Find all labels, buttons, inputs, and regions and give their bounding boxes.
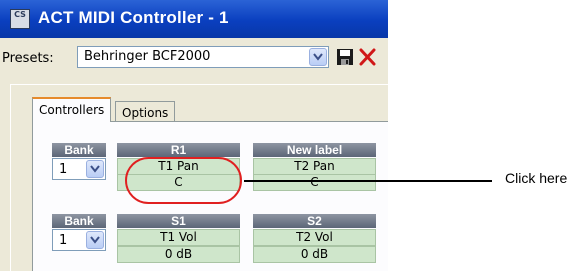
chevron-down-icon[interactable] [86, 160, 104, 178]
bank-header: Bank [52, 143, 106, 157]
bank-dropdown[interactable]: 1 [52, 229, 106, 251]
delete-preset-button[interactable] [356, 46, 378, 68]
control-parameter[interactable]: T2 Pan [253, 158, 376, 175]
title-bar[interactable]: CS ACT MIDI Controller - 1 [0, 0, 388, 38]
presets-label: Presets: [2, 51, 54, 66]
callout-label: Click here [505, 170, 568, 186]
bank-header: Bank [52, 214, 106, 228]
control-value[interactable]: C [253, 174, 376, 191]
tab-options[interactable]: Options [115, 101, 176, 123]
callout-leader-line [244, 180, 492, 182]
control-header: S2 [253, 214, 376, 228]
control-parameter[interactable]: T1 Vol [117, 229, 240, 246]
control-header: New label [253, 143, 376, 157]
control-header: S1 [117, 214, 240, 228]
red-x-icon [359, 48, 376, 66]
callout-highlight-oval [125, 157, 242, 204]
bank-selected-value: 1 [59, 162, 68, 177]
window-title: ACT MIDI Controller - 1 [38, 8, 229, 27]
control-value[interactable]: 0 dB [117, 246, 240, 263]
act-midi-controller-window: CS ACT MIDI Controller - 1 Presets: Behr… [0, 0, 389, 272]
presets-dropdown[interactable]: Behringer BCF2000 [77, 46, 329, 68]
control-header: R1 [117, 143, 240, 157]
presets-selected-value: Behringer BCF2000 [84, 49, 211, 64]
presets-row: Presets: Behringer BCF2000 [0, 38, 388, 84]
cakewalk-sonar-icon[interactable]: CS [10, 9, 30, 29]
control-value[interactable]: 0 dB [253, 246, 376, 263]
bank-selected-value: 1 [59, 233, 68, 248]
tab-controllers[interactable]: Controllers [32, 97, 112, 122]
control-parameter[interactable]: T2 Vol [253, 229, 376, 246]
save-preset-button[interactable] [334, 46, 356, 68]
chevron-down-icon[interactable] [309, 48, 327, 66]
chevron-down-icon[interactable] [86, 231, 104, 249]
bank-dropdown[interactable]: 1 [52, 158, 106, 180]
floppy-disk-icon [337, 49, 353, 65]
